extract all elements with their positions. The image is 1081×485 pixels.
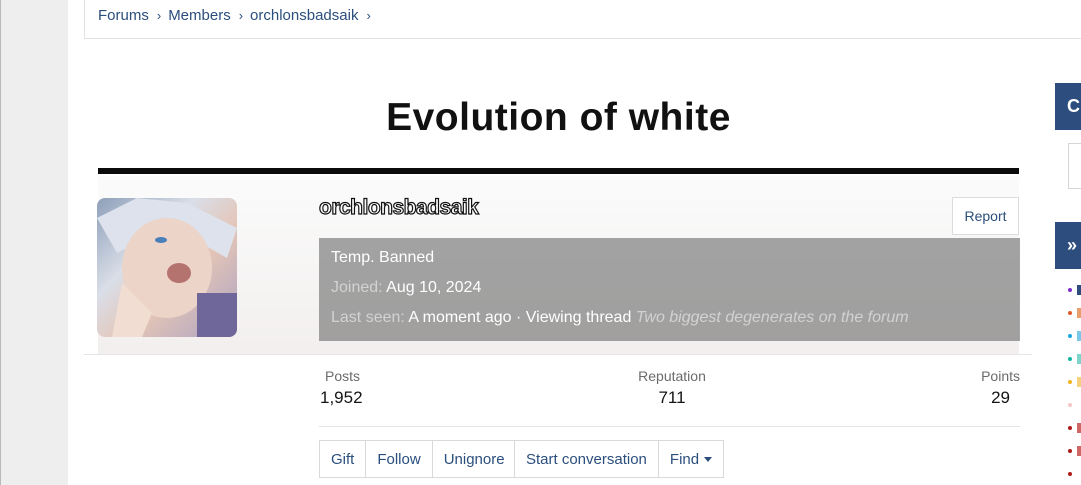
profile-actions-group: Gift Follow Unignore (319, 440, 517, 478)
user-status: Temp. Banned (331, 249, 435, 266)
list-item[interactable] (1077, 446, 1081, 456)
unignore-button[interactable]: Unignore (433, 441, 516, 477)
avatar[interactable] (97, 198, 237, 337)
sidebar-input[interactable] (1068, 143, 1081, 189)
list-item[interactable] (1077, 354, 1081, 364)
sidebar-block-header-2: » (1055, 222, 1081, 269)
stat-points: Points 29 (960, 368, 1020, 408)
breadcrumb: Forums › Members › orchlonsbadsaik › (98, 7, 378, 24)
last-seen-row: Last seen: A moment ago · Viewing thread… (331, 309, 909, 327)
stat-reputation: Reputation 711 (620, 368, 724, 408)
chevron-right-icon: › (366, 8, 371, 23)
list-bullet (1068, 472, 1072, 476)
points-value[interactable]: 29 (960, 388, 1020, 408)
divider (84, 354, 1032, 355)
gift-button[interactable]: Gift (320, 441, 367, 477)
breadcrumb-forums[interactable]: Forums (98, 7, 149, 24)
joined-row: Joined: Aug 10, 2024 (331, 279, 481, 297)
list-bullet (1068, 288, 1072, 292)
posts-value[interactable]: 1,952 (320, 388, 363, 408)
list-bullet (1068, 380, 1072, 384)
banner-title: Evolution of white (386, 96, 731, 139)
list-bullet (1068, 357, 1072, 361)
list-bullet (1068, 334, 1072, 338)
list-item[interactable] (1077, 285, 1081, 295)
conversation-actions-group: Start conversation Find (514, 440, 725, 478)
report-button[interactable]: Report (952, 197, 1019, 235)
divider (319, 426, 1020, 427)
stat-posts: Posts 1,952 (320, 368, 363, 408)
window-edge (0, 0, 1, 485)
start-conversation-button[interactable]: Start conversation (515, 441, 659, 477)
list-item[interactable] (1077, 308, 1081, 318)
joined-date: Aug 10, 2024 (386, 279, 482, 296)
list-bullet (1068, 403, 1072, 407)
reputation-label: Reputation (638, 368, 706, 384)
list-item[interactable] (1077, 331, 1081, 341)
profile-info-panel: Temp. Banned Joined: Aug 10, 2024 Last s… (319, 238, 1020, 341)
follow-button[interactable]: Follow (366, 441, 433, 477)
list-item[interactable] (1077, 423, 1081, 433)
chevron-right-icon: › (238, 8, 244, 23)
find-label: Find (669, 450, 700, 468)
find-dropdown[interactable]: Find (659, 441, 723, 477)
list-bullet (1068, 311, 1072, 315)
banner-divider (98, 168, 1019, 174)
points-label: Points (981, 368, 1020, 384)
reputation-value[interactable]: 711 (620, 388, 724, 408)
list-item[interactable] (1077, 377, 1081, 387)
breadcrumb-members[interactable]: Members (168, 7, 231, 24)
chevron-right-icon: › (156, 8, 162, 23)
activity-text: · Viewing thread (516, 309, 632, 326)
sidebar-header-text: C (1067, 96, 1080, 116)
last-seen-label: Last seen: (331, 309, 405, 326)
list-bullet (1068, 449, 1072, 453)
sidebar-block-header: C (1055, 83, 1081, 130)
last-seen-time: A moment ago (408, 309, 512, 326)
list-bullet (1068, 426, 1072, 430)
posts-label: Posts (325, 368, 361, 384)
caret-down-icon (704, 456, 713, 462)
profile-username: orchlonsbadsaik (318, 195, 479, 219)
double-chevron-icon: » (1067, 235, 1078, 255)
activity-thread-link[interactable]: Two biggest degenerates on the forum (636, 309, 909, 326)
breadcrumb-user[interactable]: orchlonsbadsaik (250, 7, 358, 24)
avatar-image (97, 198, 237, 337)
joined-label: Joined: (331, 279, 383, 296)
